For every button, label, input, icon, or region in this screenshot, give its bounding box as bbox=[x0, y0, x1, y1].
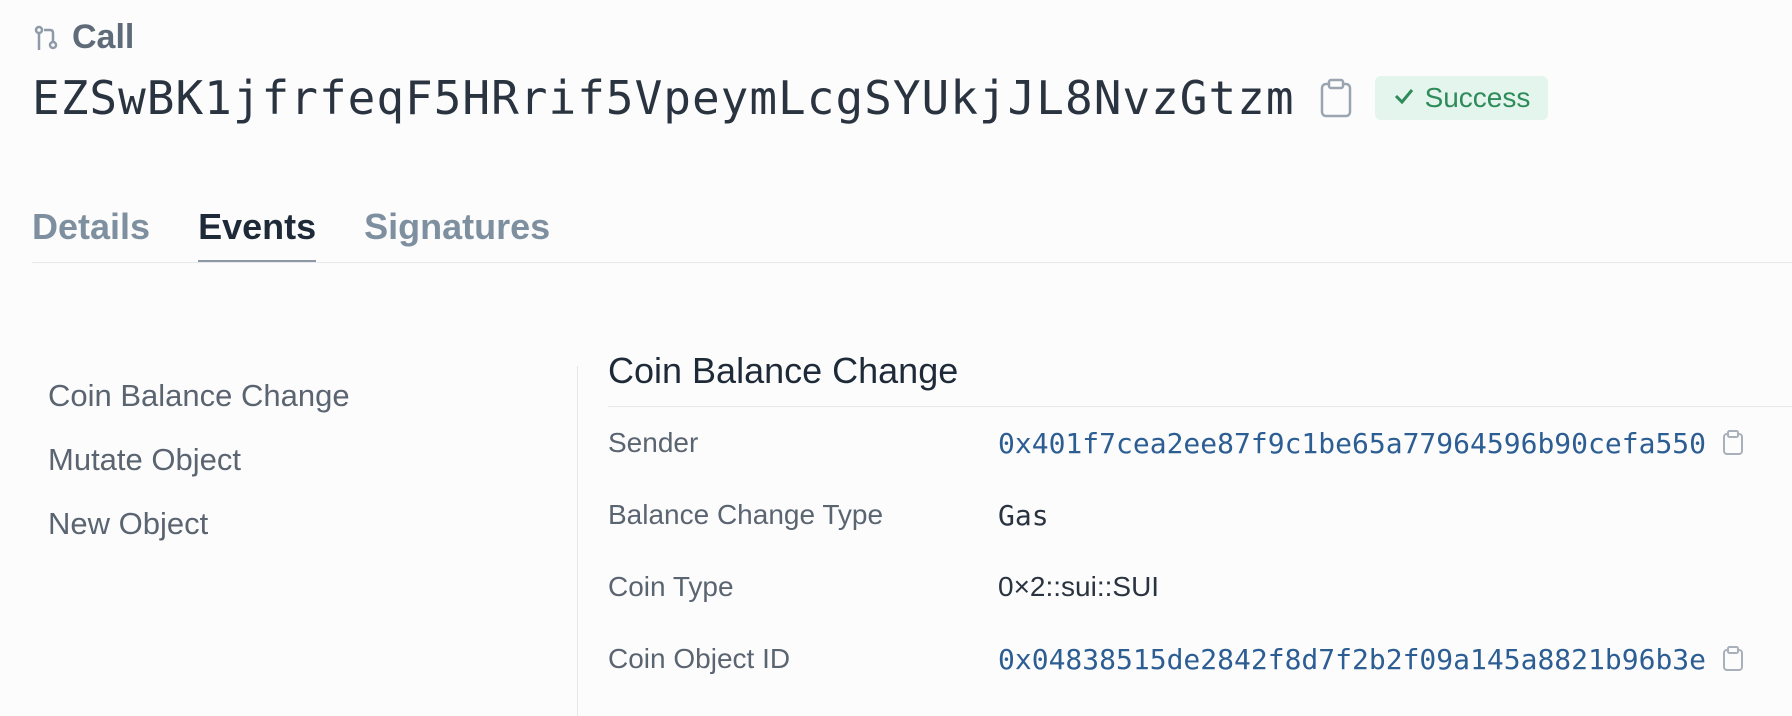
tab-details[interactable]: Details bbox=[32, 198, 150, 262]
tab-events[interactable]: Events bbox=[198, 198, 317, 262]
transaction-type-label: Call bbox=[72, 18, 135, 56]
events-nav: Coin Balance Change Mutate Object New Ob… bbox=[48, 378, 350, 570]
detail-row-sender: Sender 0x401f7cea2ee87f9c1be65a77964596b… bbox=[608, 407, 1792, 479]
row-label: Balance Change Type bbox=[608, 499, 884, 530]
row-label: Coin Object ID bbox=[608, 643, 791, 674]
clipboard-icon[interactable] bbox=[1722, 646, 1744, 672]
event-detail-title: Coin Balance Change bbox=[608, 350, 1792, 407]
coin-object-id-link[interactable]: 0x04838515de2842f8d7f2b2f09a145a8821b96b… bbox=[998, 643, 1706, 676]
sender-address-link[interactable]: 0x401f7cea2ee87f9c1be65a77964596b90cefa5… bbox=[998, 427, 1706, 460]
events-nav-item-new-object[interactable]: New Object bbox=[48, 506, 350, 570]
transaction-id: EZSwBK1jfrfeqF5HRrif5VpeymLcgSYUkjJL8Nvz… bbox=[32, 71, 1295, 125]
row-label: Coin Type bbox=[608, 571, 734, 602]
tab-bar: Details Events Signatures bbox=[32, 198, 1792, 263]
row-label: Sender bbox=[608, 427, 699, 458]
status-label: Success bbox=[1424, 82, 1531, 113]
status-badge: Success bbox=[1374, 76, 1549, 120]
tab-signatures[interactable]: Signatures bbox=[364, 198, 550, 262]
checkmark-icon bbox=[1393, 82, 1415, 114]
events-nav-item-mutate-object[interactable]: Mutate Object bbox=[48, 442, 350, 506]
panel-divider bbox=[577, 366, 578, 716]
event-detail-panel: Coin Balance Change Sender 0x401f7cea2ee… bbox=[608, 350, 1792, 695]
transaction-header: Call EZSwBK1jfrfeqF5HRrif5VpeymLcgSYUkjJ… bbox=[32, 18, 1549, 125]
transaction-call-icon bbox=[32, 24, 60, 52]
events-nav-item-coin-balance-change[interactable]: Coin Balance Change bbox=[48, 378, 350, 442]
clipboard-icon[interactable] bbox=[1319, 78, 1353, 118]
transaction-type: Call bbox=[32, 18, 1548, 57]
detail-row-balance-change-type: Balance Change Type Gas bbox=[608, 479, 1792, 551]
clipboard-icon[interactable] bbox=[1722, 430, 1744, 456]
balance-change-type-value: Gas bbox=[998, 498, 1049, 532]
detail-row-coin-object-id: Coin Object ID 0x04838515de2842f8d7f2b2f… bbox=[608, 623, 1792, 695]
detail-row-coin-type: Coin Type 0×2::sui::SUI bbox=[608, 551, 1792, 623]
coin-type-value: 0×2::sui::SUI bbox=[998, 571, 1160, 602]
